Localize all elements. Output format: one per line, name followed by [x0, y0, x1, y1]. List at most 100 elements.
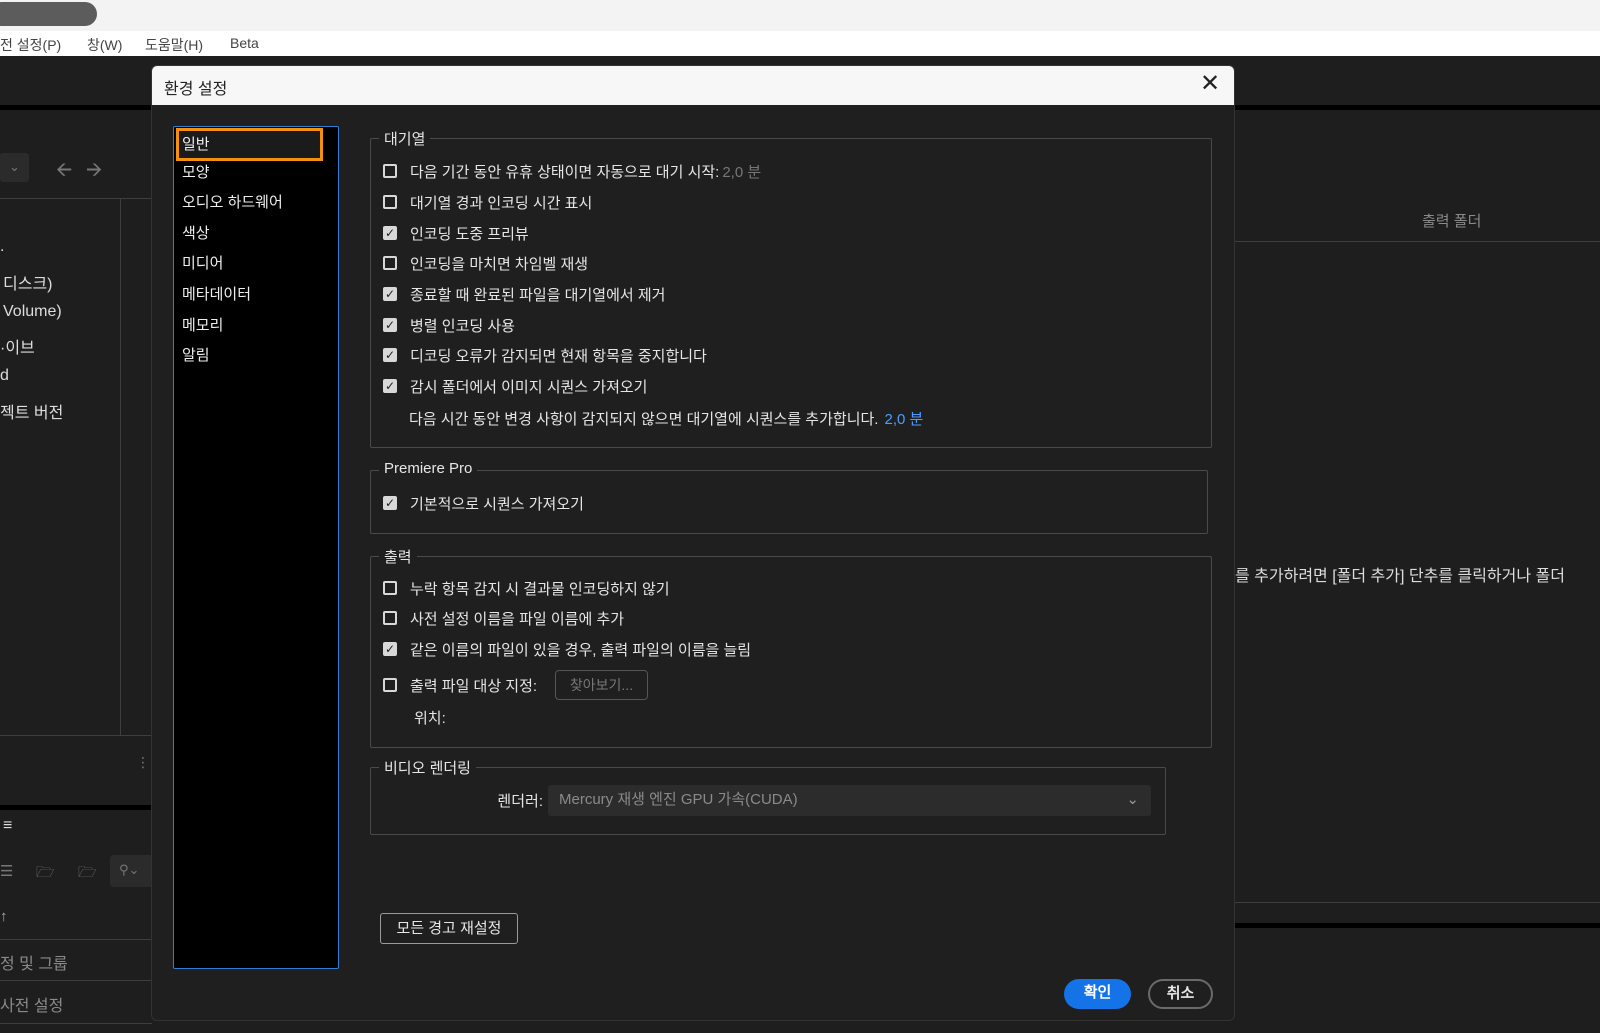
divider — [0, 198, 152, 199]
option-label: 디코딩 오류가 감지되면 현재 항목을 중지합니다 — [410, 347, 707, 365]
panel-divider — [0, 805, 152, 810]
menu-window[interactable]: 창(W) — [87, 35, 122, 55]
queue-option[interactable]: 다음 기간 동안 유휴 상태이면 자동으로 대기 시작: 2,0 분 — [383, 160, 761, 182]
divider — [120, 198, 121, 735]
checkbox-checked[interactable]: ✓ — [383, 642, 397, 656]
output-option[interactable]: 누락 항목 감지 시 결과물 인코딩하지 않기 — [383, 577, 670, 599]
panel-divider — [1235, 923, 1600, 928]
queue-option[interactable]: ✓ 인코딩 도중 프리뷰 — [383, 222, 529, 244]
checkbox[interactable] — [383, 678, 397, 692]
sort-up-icon[interactable]: ↑ — [0, 908, 8, 925]
chevron-down-icon[interactable]: ⌄ — [0, 153, 29, 182]
option-label: 인코딩을 마치면 차임벨 재생 — [410, 255, 589, 273]
menu-presets[interactable]: 전 설정(P) — [0, 35, 61, 55]
window-tab[interactable] — [0, 2, 97, 26]
menu-icon[interactable]: ≡ — [3, 817, 12, 835]
output-option[interactable]: 출력 파일 대상 지정: — [383, 674, 537, 696]
renderer-dropdown[interactable]: Mercury 재생 엔진 GPU 가속(CUDA) ⌄ — [548, 785, 1151, 816]
nav-memory[interactable]: 메모리 — [182, 311, 322, 341]
divider — [1235, 902, 1600, 903]
checkbox-checked[interactable]: ✓ — [383, 287, 397, 301]
nav-appearance[interactable]: 모양 — [182, 158, 322, 188]
browse-button[interactable]: 찾아보기... — [555, 670, 648, 700]
tree-item[interactable]: 젝트 버전 — [0, 399, 63, 423]
divider — [0, 980, 152, 981]
list-row[interactable]: 정 및 그룹 — [0, 950, 68, 974]
nav-color[interactable]: 색상 — [182, 219, 322, 249]
nav-metadata[interactable]: 메타데이터 — [182, 280, 322, 310]
sequence-duration-value[interactable]: 2,0 분 — [884, 408, 923, 429]
queue-option[interactable]: ✓ 감시 폴더에서 이미지 시퀀스 가져오기 — [383, 375, 647, 397]
queue-option[interactable]: 대기열 경과 인코딩 시간 표시 — [383, 191, 592, 213]
checkbox-checked[interactable]: ✓ — [383, 318, 397, 332]
option-label: 병렬 인코딩 사용 — [410, 317, 515, 335]
output-legend: 출력 — [379, 546, 417, 567]
video-legend: 비디오 렌더링 — [379, 757, 476, 778]
output-folder-header: 출력 폴더 — [1422, 213, 1482, 230]
forward-arrow-icon[interactable]: 🡪 — [86, 155, 102, 189]
option-label: 같은 이름의 파일이 있을 경우, 출력 파일의 이름을 늘림 — [410, 641, 752, 659]
checkbox-checked[interactable]: ✓ — [383, 379, 397, 393]
nav-audio-hardware[interactable]: 오디오 하드웨어 — [182, 188, 322, 218]
tree-item[interactable]: d — [0, 367, 9, 385]
checkbox-checked[interactable]: ✓ — [383, 496, 397, 510]
cancel-button[interactable]: 취소 — [1148, 979, 1213, 1009]
folder-import-icon[interactable]: 🗁 — [36, 862, 55, 887]
option-label: 출력 파일 대상 지정: — [410, 677, 538, 695]
option-label: 대기열 경과 인코딩 시간 표시 — [410, 194, 593, 212]
close-icon[interactable]: ✕ — [1196, 70, 1224, 98]
video-rendering-group: 비디오 렌더링 렌더러: Mercury 재생 엔진 GPU 가속(CUDA) … — [370, 757, 1166, 835]
queue-option[interactable]: ✓ 디코딩 오류가 감지되면 현재 항목을 중지합니다 — [383, 344, 707, 366]
queue-option[interactable]: ✓ 병렬 인코딩 사용 — [383, 314, 515, 336]
idle-duration-value[interactable]: 2,0 분 — [722, 161, 761, 182]
option-label: 누락 항목 감지 시 결과물 인코딩하지 않기 — [410, 580, 670, 598]
dialog-titlebar: 환경 설정 ✕ — [152, 66, 1234, 105]
ok-button[interactable]: 확인 — [1064, 979, 1131, 1009]
queue-option[interactable]: 인코딩을 마치면 차임벨 재생 — [383, 252, 588, 274]
reset-warnings-button[interactable]: 모든 경고 재설정 — [380, 913, 518, 944]
dialog-title: 환경 설정 — [164, 81, 228, 98]
tree-item[interactable]: . — [0, 238, 4, 256]
output-option[interactable]: ✓ 같은 이름의 파일이 있을 경우, 출력 파일의 이름을 늘림 — [383, 638, 751, 660]
back-arrow-icon[interactable]: 🡨 — [56, 155, 72, 189]
checkbox[interactable] — [383, 195, 397, 209]
checkbox-checked[interactable]: ✓ — [383, 226, 397, 240]
option-label: 사전 설정 이름을 파일 이름에 추가 — [410, 610, 625, 628]
search-icon[interactable]: ⚲⌄ — [110, 855, 153, 887]
premiere-legend: Premiere Pro — [379, 460, 478, 477]
checkbox[interactable] — [383, 581, 397, 595]
tree-item[interactable]: Volume) — [3, 303, 62, 321]
divider — [0, 1023, 152, 1024]
queue-legend: 대기열 — [379, 128, 431, 149]
menu-beta[interactable]: Beta — [230, 35, 259, 51]
list-view-icon[interactable]: ⋮ — [136, 754, 150, 771]
queue-option[interactable]: ✓ 종료할 때 완료된 파일을 대기열에서 제거 — [383, 283, 665, 305]
nav-notifications[interactable]: 알림 — [182, 341, 322, 371]
location-label: 위치: — [414, 709, 446, 727]
settings-icon[interactable]: ☰ — [0, 862, 13, 880]
panel-divider — [1235, 105, 1600, 110]
preferences-dialog: 환경 설정 ✕ 일반 모양 오디오 하드웨어 색상 미디어 메타데이터 메모리 … — [151, 65, 1235, 1021]
menu-help[interactable]: 도움말(H) — [145, 35, 203, 55]
divider — [0, 735, 152, 736]
add-folder-hint: 를 추가하려면 [폴더 추가] 단추를 클릭하거나 폴더 — [1235, 568, 1565, 585]
folder-export-icon[interactable]: 🗁 — [78, 862, 97, 887]
nav-general[interactable]: 일반 — [176, 128, 323, 161]
checkbox-checked[interactable]: ✓ — [383, 348, 397, 362]
checkbox[interactable] — [383, 164, 397, 178]
chevron-down-icon: ⌄ — [1126, 791, 1139, 808]
tree-item[interactable]: 디스크) — [3, 270, 53, 294]
tree-item[interactable]: ·이브 — [0, 334, 35, 358]
nav-media[interactable]: 미디어 — [182, 249, 322, 279]
divider — [1235, 241, 1600, 242]
list-row[interactable]: 사전 설정 — [0, 992, 63, 1016]
option-label: 종료할 때 완료된 파일을 대기열에서 제거 — [410, 286, 666, 304]
renderer-label: 렌더러: — [497, 793, 543, 810]
option-label: 다음 기간 동안 유휴 상태이면 자동으로 대기 시작: — [410, 163, 720, 181]
divider — [0, 939, 152, 940]
checkbox[interactable] — [383, 256, 397, 270]
checkbox[interactable] — [383, 611, 397, 625]
output-option[interactable]: 사전 설정 이름을 파일 이름에 추가 — [383, 607, 624, 629]
panel-divider — [0, 105, 152, 110]
premiere-option[interactable]: ✓ 기본적으로 시퀀스 가져오기 — [383, 492, 584, 514]
